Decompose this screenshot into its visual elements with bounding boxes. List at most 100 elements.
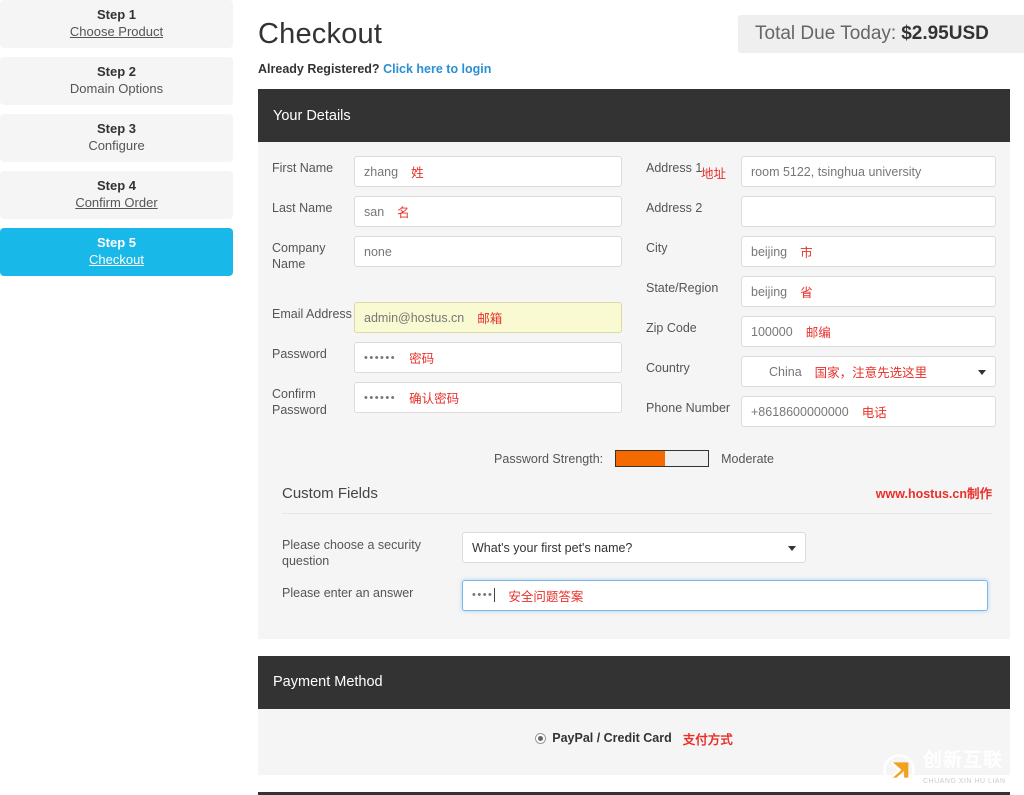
page-title: Checkout xyxy=(258,18,383,50)
confirm-password-input[interactable]: •••••• 确认密码 xyxy=(354,382,622,414)
field-annotation-cn: 省 xyxy=(800,286,813,300)
already-registered-text: Already Registered? xyxy=(258,62,380,76)
field-label: Last Name xyxy=(272,201,333,215)
payment-option-label: PayPal / Credit Card xyxy=(552,731,672,745)
state-region-input[interactable]: beijing 省 xyxy=(741,276,996,307)
text-cursor xyxy=(494,588,496,602)
already-registered-line: Already Registered? Click here to login xyxy=(258,62,1024,76)
field-city: City beijing 市 xyxy=(646,236,996,267)
your-details-body: First Name zhang 姓 Last Name san 名 Compa… xyxy=(258,142,1010,639)
field-state-region: State/Region beijing 省 xyxy=(646,276,996,307)
field-last-name: Last Name san 名 xyxy=(272,196,622,227)
field-annotation-cn: 确认密码 xyxy=(409,392,460,407)
address1-annotation-cn: 地址 xyxy=(701,167,727,181)
radio-selected-icon[interactable] xyxy=(535,732,547,744)
site-watermark-text: www.hostus.cn制作 xyxy=(875,487,992,501)
field-label: Company Name xyxy=(272,241,326,271)
chuangxin-x-logo-icon xyxy=(883,753,915,786)
field-annotation-cn: 国家，注意先选这里 xyxy=(814,366,928,380)
watermark-text-block: 创新互联 CHUANG XIN HU LIAN xyxy=(923,751,1006,788)
field-label: Confirm Password xyxy=(272,387,327,417)
field-value: room 5122, tsinghua university xyxy=(751,164,922,179)
field-value: beijing xyxy=(751,244,788,259)
custom-fields-rows: Please choose a security question What's… xyxy=(272,532,996,611)
field-value: •••• xyxy=(472,589,494,601)
step-number: Step 5 xyxy=(96,235,136,251)
field-annotation-cn: 密码 xyxy=(409,352,435,367)
field-confirm-password: Confirm Password •••••• 确认密码 xyxy=(272,382,622,418)
field-label: City xyxy=(646,241,668,255)
field-label: Address 2 xyxy=(646,201,703,215)
field-label: Address 1 xyxy=(646,161,703,175)
field-value: •••••• xyxy=(364,351,397,364)
sidebar-step-2[interactable]: Step 2 Domain Options xyxy=(0,57,233,105)
field-address-2: Address 2 xyxy=(646,196,996,227)
field-label: Phone Number xyxy=(646,401,731,415)
password-strength-bar xyxy=(615,450,710,467)
field-annotation-cn: 名 xyxy=(397,206,410,220)
your-details-title: Your Details xyxy=(273,107,351,124)
field-annotation-cn: 电话 xyxy=(861,406,887,420)
step-number: Step 4 xyxy=(96,178,136,194)
field-annotation-cn: 邮箱 xyxy=(477,312,503,327)
login-link[interactable]: Click here to login xyxy=(383,62,491,76)
main-content: Checkout Already Registered? Click here … xyxy=(258,0,1024,795)
field-phone-number: Phone Number +8618600000000 电话 xyxy=(646,396,996,427)
sidebar-step-4[interactable]: Step 4 Confirm Order xyxy=(0,171,233,219)
page-root: Step 1 Choose Product Step 2 Domain Opti… xyxy=(0,0,1024,795)
field-label: Password xyxy=(272,347,327,362)
address-1-input[interactable]: room 5122, tsinghua university xyxy=(741,156,996,187)
your-details-panel: Your Details First Name zhang 姓 Last Nam… xyxy=(258,89,1010,639)
field-zip-code: Zip Code 100000 邮编 xyxy=(646,316,996,347)
country-select[interactable]: China 国家，注意先选这里 xyxy=(741,356,996,387)
last-name-input[interactable]: san 名 xyxy=(354,196,622,227)
field-label: Email Address xyxy=(272,307,352,322)
field-company-name: Company Name none xyxy=(272,236,622,272)
sidebar-step-1[interactable]: Step 1 Choose Product xyxy=(0,0,233,48)
field-value: zhang xyxy=(364,164,399,179)
sidebar-step-3[interactable]: Step 3 Configure xyxy=(0,114,233,162)
field-value: 100000 xyxy=(751,324,793,339)
step-number: Step 1 xyxy=(96,7,136,23)
password-strength-row: Password Strength: Moderate xyxy=(272,450,996,467)
security-question-select[interactable]: What's your first pet's name? xyxy=(462,532,806,563)
email-address-input[interactable]: admin@hostus.cn 邮箱 xyxy=(354,302,622,334)
field-value: •••••• xyxy=(364,391,397,404)
address-2-input[interactable] xyxy=(741,196,996,227)
step-label[interactable]: Confirm Order xyxy=(75,195,157,211)
field-value: +8618600000000 xyxy=(751,404,849,419)
field-address-1: Address 1 地址 room 5122, tsinghua univers… xyxy=(646,156,996,187)
payment-option-paypal[interactable]: PayPal / Credit Card 支付方式 xyxy=(535,729,733,748)
field-password: Password •••••• 密码 xyxy=(272,342,622,374)
phone-number-input[interactable]: +8618600000000 电话 xyxy=(741,396,996,427)
city-input[interactable]: beijing 市 xyxy=(741,236,996,267)
password-strength-fill xyxy=(616,451,665,466)
your-details-header: Your Details xyxy=(258,89,1010,142)
step-label[interactable]: Checkout xyxy=(89,252,144,268)
field-value: san xyxy=(364,204,385,219)
chevron-down-icon xyxy=(978,369,986,375)
field-label: Please enter an answer xyxy=(282,585,414,600)
first-name-input[interactable]: zhang 姓 xyxy=(354,156,622,187)
password-strength-status: Moderate xyxy=(721,451,774,466)
field-value: China xyxy=(769,364,802,379)
payment-method-header: Payment Method xyxy=(258,655,1010,709)
step-label: Configure xyxy=(88,138,145,153)
step-label[interactable]: Choose Product xyxy=(70,24,163,40)
zip-code-input[interactable]: 100000 邮编 xyxy=(741,316,996,347)
panel-spacer xyxy=(258,639,1024,656)
custom-field-security-answer: Please enter an answer •••• 安全问题答案 xyxy=(282,579,996,611)
field-email-address: Email Address admin@hostus.cn 邮箱 xyxy=(272,302,622,334)
field-label: First Name xyxy=(272,161,334,175)
personal-details-column: First Name zhang 姓 Last Name san 名 Compa… xyxy=(272,156,622,436)
password-input[interactable]: •••••• 密码 xyxy=(354,342,622,374)
security-answer-input[interactable]: •••• 安全问题答案 xyxy=(462,579,988,611)
custom-field-security-question: Please choose a security question What's… xyxy=(282,532,996,570)
field-value: admin@hostus.cn xyxy=(364,310,465,325)
field-annotation-cn: 市 xyxy=(800,246,813,260)
field-annotation-cn: 邮编 xyxy=(805,326,831,340)
field-value: none xyxy=(364,244,392,259)
sidebar-step-5-active[interactable]: Step 5 Checkout xyxy=(0,228,233,276)
company-name-input[interactable]: none xyxy=(354,236,622,267)
chevron-down-icon xyxy=(788,545,796,551)
